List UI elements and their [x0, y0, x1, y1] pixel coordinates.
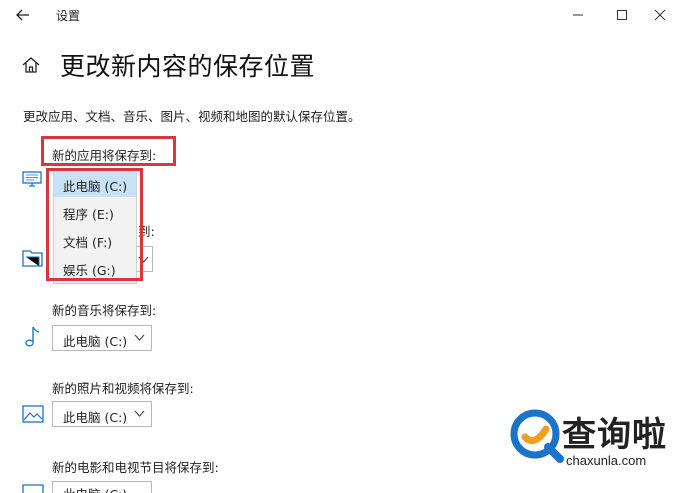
music-save-label: 新的音乐将保存到: — [52, 303, 157, 318]
music-location-dropdown[interactable]: 此电脑 (C:) — [52, 325, 152, 351]
movies-location-dropdown[interactable]: 此电脑 (C:) — [52, 481, 152, 493]
chaxunla-logo-icon — [510, 409, 564, 463]
window-title: 设置 — [56, 9, 81, 23]
monitor-icon — [22, 171, 42, 187]
back-button[interactable] — [12, 4, 34, 26]
tv-icon — [22, 484, 44, 493]
watermark-brand: 查询啦 — [562, 415, 667, 455]
title-bar: 设置 — [0, 0, 682, 30]
page-title: 更改新内容的保存位置 — [60, 52, 316, 81]
label-highlight-box — [41, 136, 176, 166]
dropdown-highlight-box — [46, 168, 143, 281]
music-note-icon — [25, 326, 40, 347]
image-icon — [22, 405, 44, 423]
maximize-icon — [617, 10, 627, 20]
back-arrow-icon — [16, 9, 29, 21]
close-button[interactable] — [638, 0, 682, 30]
close-icon — [654, 9, 666, 21]
minimize-icon — [573, 14, 583, 16]
movies-save-label: 新的电影和电视节目将保存到: — [52, 460, 219, 475]
page-description: 更改应用、文档、音乐、图片、视频和地图的默认保存位置。 — [23, 109, 361, 124]
home-button[interactable] — [20, 54, 42, 76]
chevron-down-icon — [134, 410, 145, 417]
folder-icon — [22, 250, 43, 267]
photos-save-label: 新的照片和视频将保存到: — [52, 381, 194, 396]
minimize-button[interactable] — [556, 0, 600, 30]
watermark: 查询啦 chaxunla.com — [504, 405, 672, 477]
chevron-down-icon — [134, 334, 145, 341]
photos-location-dropdown[interactable]: 此电脑 (C:) — [52, 401, 152, 427]
home-icon — [22, 57, 40, 73]
watermark-url: chaxunla.com — [566, 453, 647, 468]
